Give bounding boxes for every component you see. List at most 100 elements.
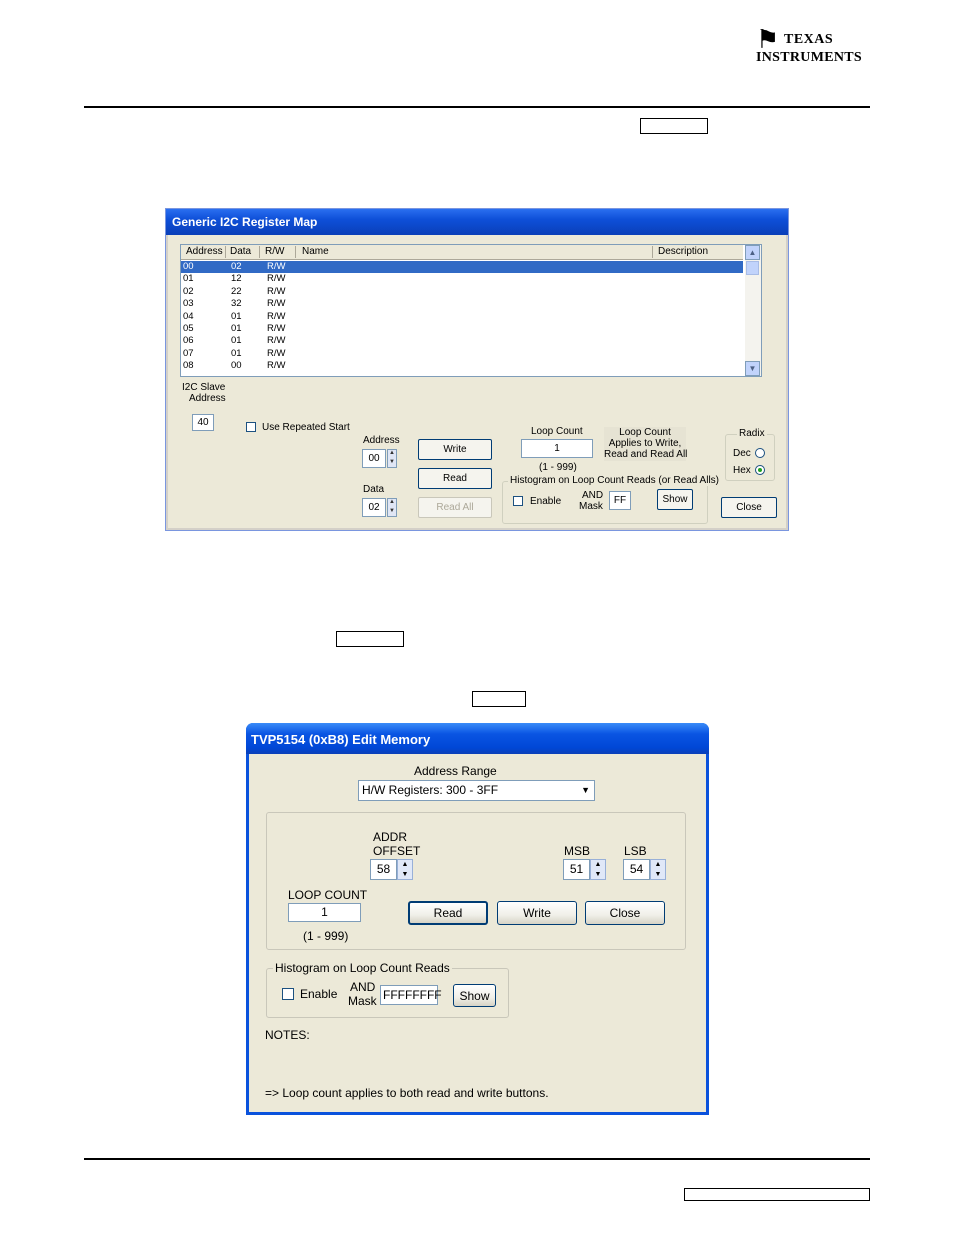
cell-data: 01 — [231, 310, 242, 322]
list-scrollbar[interactable]: ▲ ▼ — [745, 245, 761, 376]
cell-data: 00 — [231, 360, 242, 372]
read-button[interactable]: Read — [418, 468, 492, 489]
hex-label: Hex — [733, 465, 751, 476]
msb-label: MSB — [564, 844, 591, 858]
address-range-value: H/W Registers: 300 - 3FF — [362, 783, 499, 797]
column-description[interactable]: Description — [658, 246, 708, 257]
cross-reference-box — [336, 631, 404, 647]
cell-data: 01 — [231, 323, 242, 334]
histogram-label: Histogram on Loop Count Reads (or Read A… — [508, 475, 721, 486]
mask-input[interactable]: FF — [609, 491, 631, 510]
lsb-spinner[interactable]: ▲ ▼ — [650, 859, 666, 880]
column-rw[interactable]: R/W — [265, 246, 284, 257]
loop-range-label: (1 - 999) — [303, 929, 349, 943]
table-row[interactable]: 04 01 R/W — [181, 311, 743, 323]
cell-data: 12 — [231, 273, 242, 285]
addr-offset-label-1: ADDR — [373, 830, 408, 844]
data-input[interactable]: 02 — [362, 498, 386, 517]
dec-radio[interactable] — [755, 448, 765, 458]
register-list[interactable]: Address Data R/W Name Description 00 02 R/… — [180, 244, 762, 377]
column-name[interactable]: Name — [302, 246, 329, 257]
cell-data: 22 — [231, 285, 242, 297]
write-button[interactable]: Write — [418, 439, 492, 460]
table-row[interactable]: 06 01 R/W — [181, 335, 743, 347]
cell-address: 03 — [183, 298, 194, 310]
loop-count-input[interactable]: 1 — [521, 439, 593, 458]
ti-state-icon: ⚑ — [756, 24, 780, 54]
cross-reference-box — [640, 118, 708, 134]
slave-address-input[interactable]: 40 — [192, 414, 214, 431]
scroll-down-icon[interactable]: ▼ — [745, 361, 760, 376]
read-button[interactable]: Read — [408, 901, 488, 925]
read-all-button[interactable]: Read All — [418, 497, 492, 518]
cell-address: 05 — [183, 323, 194, 334]
loop-note-line2: Applies to Write, — [608, 438, 682, 449]
address-input[interactable]: 00 — [362, 449, 386, 468]
repeated-start-label: Use Repeated Start — [262, 422, 350, 433]
mask-input[interactable]: FFFFFFFF — [380, 985, 442, 1005]
table-row[interactable]: 05 01 R/W — [181, 323, 743, 335]
loop-count-input[interactable]: 1 — [288, 903, 361, 922]
edit-memory-window: TVP5154 (0xB8) Edit Memory Address Range… — [246, 723, 709, 1115]
histogram-enable-checkbox[interactable] — [282, 988, 294, 1000]
histogram-enable-checkbox[interactable] — [513, 496, 523, 506]
chevron-down-icon[interactable]: ▼ — [581, 781, 590, 800]
table-row[interactable]: 01 12 R/W — [181, 273, 743, 285]
table-row[interactable]: 02 22 R/W — [181, 286, 743, 298]
lsb-label: LSB — [624, 844, 647, 858]
table-row[interactable]: 08 00 R/W — [181, 360, 743, 372]
window-title: Generic I2C Register Map — [166, 209, 788, 235]
slave-address-label-1: I2C Slave — [182, 382, 226, 393]
lsb-input[interactable]: 54 — [623, 859, 650, 880]
dec-label: Dec — [733, 448, 751, 459]
loop-range-label: (1 - 999) — [539, 462, 577, 473]
cell-data: 01 — [231, 335, 242, 347]
cross-reference-box — [684, 1188, 870, 1201]
msb-spinner[interactable]: ▲ ▼ — [590, 859, 606, 880]
scroll-up-icon[interactable]: ▲ — [745, 245, 760, 260]
histogram-show-button[interactable]: Show — [453, 984, 496, 1007]
cell-rw: R/W — [267, 310, 286, 322]
cell-rw: R/W — [267, 298, 286, 310]
histogram-show-button[interactable]: Show — [657, 489, 693, 510]
cell-rw: R/W — [267, 261, 286, 272]
loop-note-line1: Loop Count — [619, 427, 671, 438]
addr-offset-spinner[interactable]: ▲ ▼ — [397, 859, 413, 880]
msb-input[interactable]: 51 — [563, 859, 590, 880]
cell-rw: R/W — [267, 323, 286, 334]
close-button[interactable]: Close — [721, 497, 777, 518]
cell-rw: R/W — [267, 347, 286, 359]
loop-count-label: Loop Count — [531, 426, 583, 437]
table-row[interactable]: 07 01 R/W — [181, 348, 743, 360]
repeated-start-checkbox[interactable] — [246, 422, 256, 432]
mask-label: Mask — [579, 501, 603, 512]
histogram-label: Histogram on Loop Count Reads — [273, 961, 452, 975]
cell-address: 07 — [183, 347, 194, 359]
slave-address-label-2: Address — [189, 393, 226, 404]
cell-data: 32 — [231, 298, 242, 310]
logo-line2: Instruments — [756, 50, 862, 65]
cell-address: 04 — [183, 310, 194, 322]
table-row[interactable]: 03 32 R/W — [181, 298, 743, 310]
write-button[interactable]: Write — [497, 901, 577, 925]
mask-label: Mask — [348, 994, 377, 1008]
column-address[interactable]: Address — [186, 246, 223, 257]
footer-rule — [84, 1158, 870, 1160]
address-range-label: Address Range — [414, 764, 497, 778]
data-spinner[interactable]: ▲ ▼ — [387, 498, 397, 517]
column-data[interactable]: Data — [230, 246, 251, 257]
close-button[interactable]: Close — [585, 901, 665, 925]
histogram-enable-label: Enable — [300, 987, 338, 1001]
cell-rw: R/W — [267, 273, 286, 285]
addr-offset-input[interactable]: 58 — [370, 859, 397, 880]
address-spinner[interactable]: ▲ ▼ — [387, 449, 397, 468]
scroll-thumb[interactable] — [746, 261, 759, 275]
table-row[interactable]: 00 02 R/W — [181, 261, 743, 273]
cell-data: 02 — [231, 261, 242, 272]
data-label: Data — [363, 484, 385, 495]
address-label: Address — [363, 435, 400, 446]
radix-label: Radix — [737, 428, 767, 439]
address-range-select[interactable]: H/W Registers: 300 - 3FF ▼ — [358, 780, 595, 801]
hex-radio[interactable] — [755, 465, 765, 475]
loop-count-note: Loop Count Applies to Write, Read and Re… — [604, 427, 687, 461]
